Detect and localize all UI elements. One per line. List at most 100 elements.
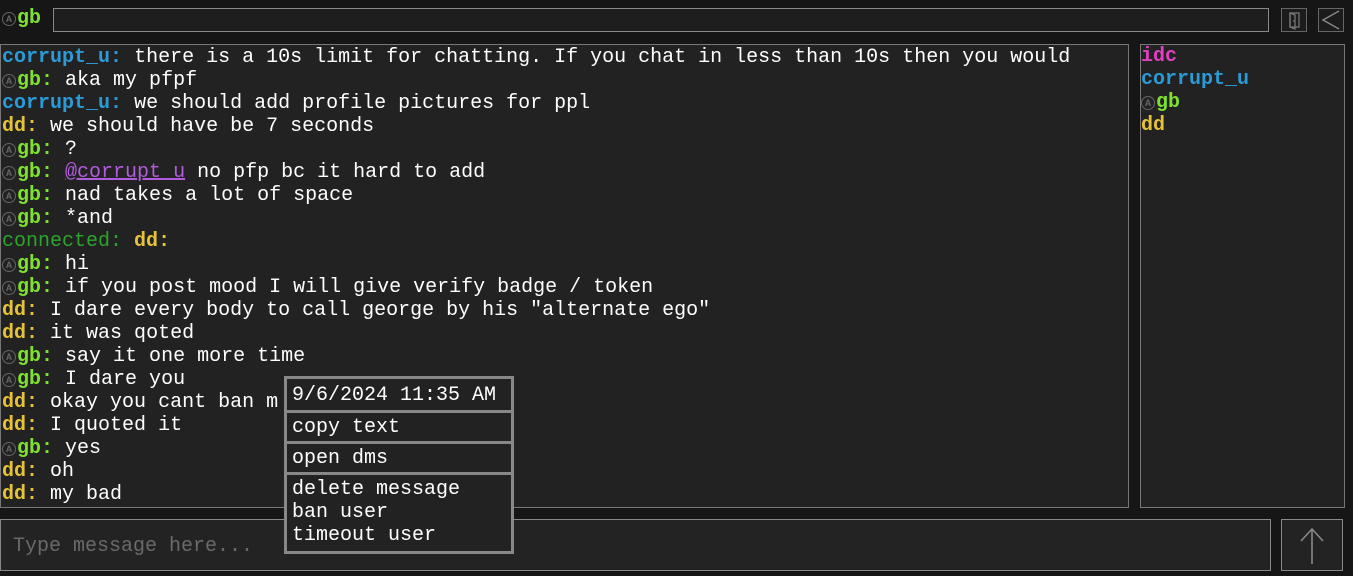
message-text: we should have be 7 seconds xyxy=(50,115,375,138)
chat-message[interactable]: Agb: @corrupt_u no pfp bc it hard to add xyxy=(2,161,1128,184)
message-text: ? xyxy=(65,138,78,161)
mod-badge-icon: A xyxy=(2,350,16,364)
message-text: hi xyxy=(65,253,90,276)
chat-message[interactable]: Agb: nad takes a lot of space xyxy=(2,184,1128,207)
mod-badge-icon: A xyxy=(2,212,16,226)
message-author[interactable]: Agb: xyxy=(2,207,53,230)
user-mention[interactable]: @corrupt_u xyxy=(65,161,185,184)
chat-message[interactable]: Agb: yes xyxy=(2,437,1128,460)
mod-badge-icon: A xyxy=(2,281,16,295)
message-text: there is a 10s limit for chatting. If yo… xyxy=(134,46,1071,69)
current-user-name: gb xyxy=(17,7,42,30)
message-author[interactable]: Agb: xyxy=(2,69,53,92)
message-text: nad takes a lot of space xyxy=(65,184,354,207)
message-author[interactable]: Agb: xyxy=(2,437,53,460)
message-text: I dare every body to call george by his … xyxy=(50,299,711,322)
back-chevron-icon xyxy=(1321,10,1340,30)
user-list-item[interactable]: Agb xyxy=(1141,91,1344,114)
mod-badge-icon: A xyxy=(2,258,16,272)
timeout-user-menu-item[interactable]: timeout user xyxy=(287,524,511,547)
chat-message[interactable]: dd: okay you cant ban m xyxy=(2,391,1128,414)
chat-message[interactable]: connected: dd: xyxy=(2,230,1128,253)
message-author[interactable]: dd: xyxy=(2,322,38,345)
message-author[interactable]: corrupt_u: xyxy=(2,46,122,69)
chat-message[interactable]: corrupt_u: there is a 10s limit for chat… xyxy=(2,46,1128,69)
user-list-item[interactable]: corrupt_u xyxy=(1141,68,1344,91)
message-text: okay you cant ban m xyxy=(50,391,279,414)
mod-badge-icon: A xyxy=(2,442,16,456)
message-author[interactable]: dd: xyxy=(2,483,38,506)
chat-message[interactable]: Agb: say it one more time xyxy=(2,345,1128,368)
message-author[interactable]: dd: xyxy=(134,230,170,253)
chat-message[interactable]: Agb: if you post mood I will give verify… xyxy=(2,276,1128,299)
exit-icon xyxy=(1289,12,1300,30)
message-list: corrupt_u: there is a 10s limit for chat… xyxy=(2,46,1128,506)
chat-message[interactable]: dd: I quoted it xyxy=(2,414,1128,437)
top-search-input[interactable] xyxy=(53,8,1269,32)
message-text: my bad xyxy=(50,483,123,506)
message-composer[interactable] xyxy=(0,519,1271,572)
user-list: idc corrupt_u Agb dd xyxy=(1140,44,1345,508)
message-author[interactable]: Agb: xyxy=(2,138,53,161)
message-text: no pfp bc it hard to add xyxy=(197,161,486,184)
copy-text-menu-item[interactable]: copy text xyxy=(287,413,511,444)
chat-message[interactable]: corrupt_u: we should add profile picture… xyxy=(2,92,1128,115)
chat-message[interactable]: Agb: ? xyxy=(2,138,1128,161)
chat-message[interactable]: Agb: hi xyxy=(2,253,1128,276)
chat-message[interactable]: dd: it was qoted xyxy=(2,322,1128,345)
message-text: I quoted it xyxy=(50,414,183,437)
chat-message[interactable]: Agb: *and xyxy=(2,207,1128,230)
message-author[interactable]: dd: xyxy=(2,391,38,414)
mod-badge-icon: A xyxy=(2,12,16,26)
message-text: I dare you xyxy=(65,368,186,391)
message-author[interactable]: corrupt_u: xyxy=(2,92,122,115)
mod-badge-icon: A xyxy=(2,166,16,180)
chat-message[interactable]: dd: we should have be 7 seconds xyxy=(2,115,1128,138)
message-context-menu: 9/6/2024 11:35 AM copy text open dms del… xyxy=(284,376,514,554)
message-text: oh xyxy=(50,460,75,483)
chat-message[interactable]: Agb: aka my pfpf xyxy=(2,69,1128,92)
mod-actions: delete message ban user timeout user xyxy=(287,475,511,551)
message-input[interactable] xyxy=(11,520,1255,572)
message-text: *and xyxy=(65,207,114,230)
chat-log[interactable]: corrupt_u: there is a 10s limit for chat… xyxy=(0,44,1129,508)
message-text: say it one more time xyxy=(65,345,306,368)
user-list-item[interactable]: dd xyxy=(1141,114,1344,137)
message-author[interactable]: dd: xyxy=(2,414,38,437)
message-author[interactable]: Agb: xyxy=(2,345,53,368)
exit-button[interactable] xyxy=(1281,8,1307,32)
message-text: it was qoted xyxy=(50,322,195,345)
message-text: yes xyxy=(65,437,102,460)
collapse-button[interactable] xyxy=(1318,8,1344,32)
mod-badge-icon: A xyxy=(2,189,16,203)
message-text: we should add profile pictures for ppl xyxy=(134,92,591,115)
message-author[interactable]: Agb: xyxy=(2,253,53,276)
mod-badge-icon: A xyxy=(2,143,16,157)
top-bar: Agb xyxy=(0,0,1353,40)
open-dms-menu-item[interactable]: open dms xyxy=(287,444,511,475)
message-author[interactable]: dd: xyxy=(2,115,38,138)
delete-message-menu-item[interactable]: delete message xyxy=(287,478,511,501)
chat-message[interactable]: dd: I dare every body to call george by … xyxy=(2,299,1128,322)
send-button[interactable] xyxy=(1281,519,1343,571)
chat-message[interactable]: Agb: I dare you xyxy=(2,368,1128,391)
user-list-items: idc corrupt_u Agb dd xyxy=(1141,45,1344,137)
message-text: aka my pfpf xyxy=(65,69,198,92)
user-list-item[interactable]: idc xyxy=(1141,45,1344,68)
system-label: connected: xyxy=(2,230,123,253)
message-timestamp: 9/6/2024 11:35 AM xyxy=(287,379,511,413)
mod-badge-icon: A xyxy=(2,74,16,88)
chat-message[interactable]: dd: oh xyxy=(2,460,1128,483)
mod-badge-icon: A xyxy=(2,373,16,387)
message-author[interactable]: Agb: xyxy=(2,161,53,184)
message-author[interactable]: dd: xyxy=(2,299,38,322)
message-author[interactable]: Agb: xyxy=(2,368,53,391)
message-author[interactable]: dd: xyxy=(2,460,38,483)
ban-user-menu-item[interactable]: ban user xyxy=(287,501,511,524)
message-text: if you post mood I will give verify badg… xyxy=(65,276,654,299)
chat-message[interactable]: dd: my bad xyxy=(2,483,1128,506)
up-arrow-icon xyxy=(1300,527,1324,564)
message-author[interactable]: Agb: xyxy=(2,184,53,207)
current-user: Agb xyxy=(2,6,41,32)
message-author[interactable]: Agb: xyxy=(2,276,53,299)
